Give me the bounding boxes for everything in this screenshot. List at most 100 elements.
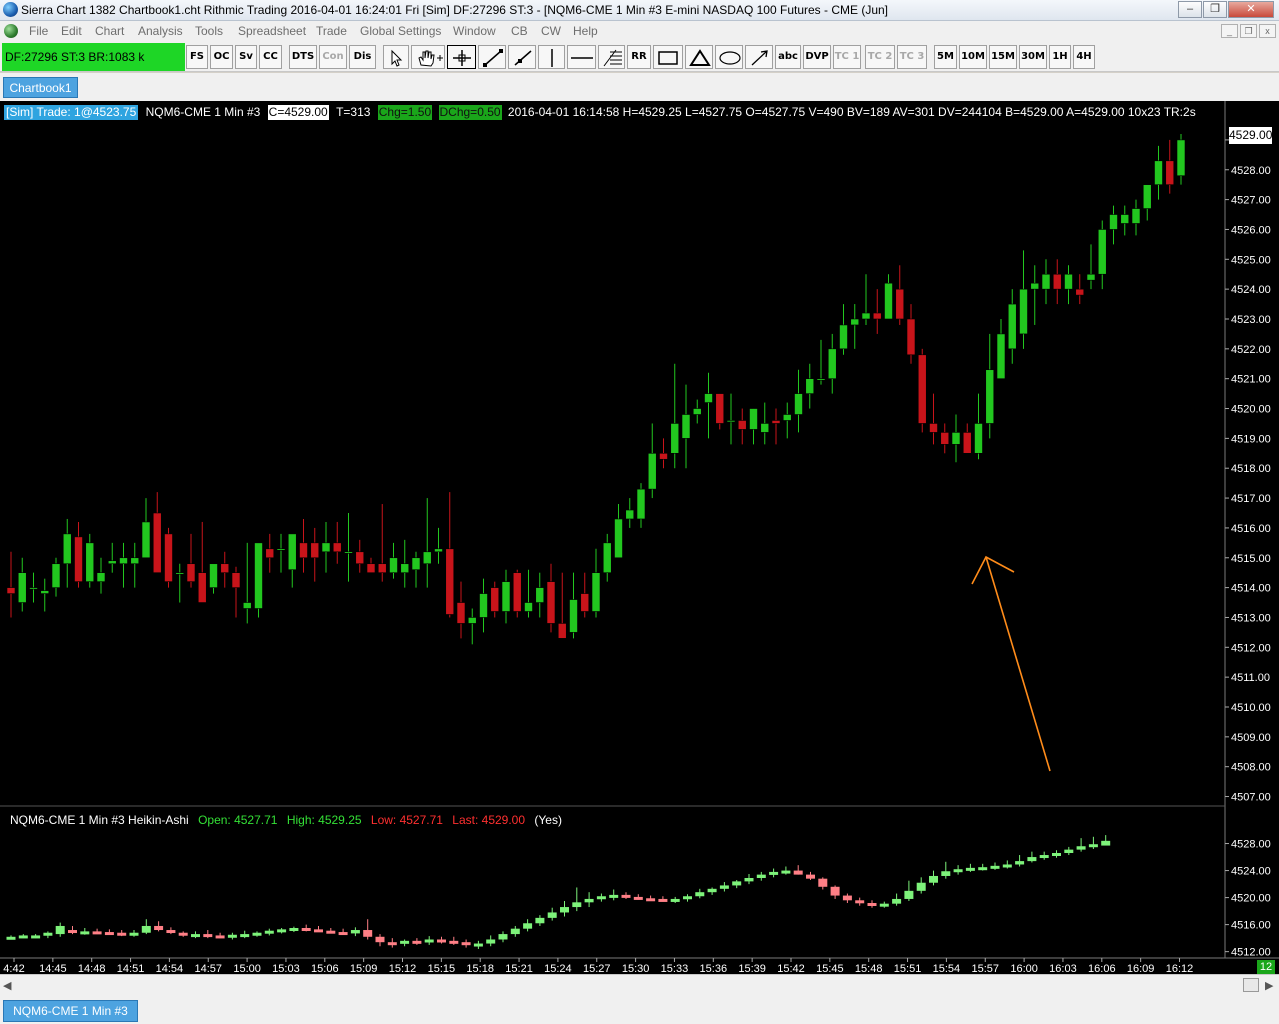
menu-global-settings[interactable]: Global Settings (360, 24, 441, 38)
arrow-tool-button[interactable] (745, 45, 773, 69)
rectangle-icon (658, 51, 678, 65)
ha-candle-body (1052, 853, 1061, 856)
ha-candle-body (855, 900, 865, 904)
line-icon (483, 49, 503, 67)
candle-body (445, 548, 455, 615)
candle-body (974, 423, 983, 454)
candle-body (51, 563, 61, 588)
rr-button[interactable]: RR (627, 45, 651, 69)
price-tick-label: 4528.00 (1231, 165, 1271, 177)
annotation-arrow-shaft (985, 556, 1051, 772)
ha-candle-body (584, 898, 594, 903)
candle-body (366, 563, 376, 573)
close-button[interactable]: ✕ (1228, 1, 1274, 18)
candle-body (479, 593, 488, 618)
menu-cw[interactable]: CW (541, 24, 561, 38)
1h-button[interactable]: 1H (1049, 45, 1071, 69)
candle-body (816, 378, 826, 381)
candle-body (276, 548, 286, 551)
15m-button[interactable]: 15M (989, 45, 1017, 69)
price-tick-label: 4522.00 (1231, 344, 1271, 356)
scroll-left-arrow-icon[interactable]: ◀ (3, 979, 11, 992)
text-tool-button[interactable]: abc (775, 45, 801, 69)
horizontal-scrollbar[interactable]: ◀ ▶ (0, 974, 1279, 996)
horizontal-line-tool-button[interactable] (567, 45, 596, 69)
menu-chart[interactable]: Chart (95, 24, 124, 38)
menu-help[interactable]: Help (573, 24, 598, 38)
triangle-tool-button[interactable] (685, 45, 713, 69)
dis-button[interactable]: Dis (349, 45, 376, 69)
crosshair-tool-button[interactable] (447, 45, 476, 69)
price-tick-label: 4520.00 (1231, 404, 1271, 416)
menu-cb[interactable]: CB (511, 24, 528, 38)
candle-body (231, 572, 241, 588)
candle-body (1097, 229, 1107, 275)
oc-button[interactable]: OC (210, 45, 233, 69)
menu-file[interactable]: File (29, 24, 48, 38)
mdi-close-button[interactable]: x (1259, 24, 1276, 38)
line-tool-button[interactable] (478, 45, 506, 69)
30m-button[interactable]: 30M (1019, 45, 1047, 69)
tc3-button[interactable]: TC 3 (897, 45, 927, 69)
ha-candle-body (92, 931, 102, 935)
restore-button[interactable]: ❐ (1203, 1, 1227, 18)
10m-button[interactable]: 10M (959, 45, 987, 69)
time-tick-label: 14:45 (39, 963, 67, 974)
chart-window-icon[interactable] (4, 24, 18, 38)
candle-body (355, 551, 365, 565)
sv-button[interactable]: Sv (235, 45, 257, 69)
scroll-right-arrow-icon[interactable]: ▶ (1265, 979, 1273, 992)
cc-button[interactable]: CC (259, 45, 282, 69)
time-tick-label: 16:09 (1127, 963, 1155, 974)
chart-window-tab[interactable]: NQM6-CME 1 Min #3 (3, 1000, 138, 1022)
menu-edit[interactable]: Edit (61, 24, 82, 38)
candle-body (1142, 184, 1152, 209)
mdi-restore-button[interactable]: ❐ (1240, 24, 1257, 38)
rectangle-tool-button[interactable] (653, 45, 683, 69)
candle-body (467, 617, 477, 624)
ha-candle-body (818, 878, 828, 887)
candle-body (332, 542, 342, 553)
price-tick-label: 4523.00 (1231, 314, 1271, 326)
fs-button[interactable]: FS (186, 45, 208, 69)
dts-button[interactable]: DTS (289, 45, 317, 69)
chart-area[interactable]: 4507.00 4508.00 4509.00 4510.00 4511.00 4512.… (0, 101, 1279, 974)
time-tick-label: 15:57 (971, 963, 999, 974)
time-tick-label: 14:57 (194, 963, 222, 974)
chartbook-tab[interactable]: Chartbook1 (3, 77, 78, 98)
menu-trade[interactable]: Trade (316, 24, 347, 38)
fibonacci-tool-button[interactable] (598, 45, 625, 69)
vertical-line-tool-button[interactable] (538, 45, 565, 69)
ray-tool-button[interactable] (508, 45, 536, 69)
chart-canvas[interactable]: 4507.00 4508.00 4509.00 4510.00 4511.00 4512.… (0, 101, 1279, 974)
candle-body (119, 557, 128, 565)
4h-button[interactable]: 4H (1073, 45, 1095, 69)
mdi-minimize-button[interactable]: _ (1221, 24, 1238, 38)
crosshair-icon (453, 50, 471, 66)
time-tick-label: 15:06 (311, 963, 339, 974)
ha-candle-body (609, 894, 619, 898)
menu-window[interactable]: Window (453, 24, 496, 38)
hand-tool-button[interactable] (411, 45, 445, 69)
pointer-tool-button[interactable] (383, 45, 409, 69)
scroll-thumb[interactable] (1243, 978, 1259, 992)
time-tick-label: 14:48 (78, 963, 106, 974)
ellipse-tool-button[interactable] (715, 45, 743, 69)
ha-candle-body (892, 898, 902, 904)
menu-analysis[interactable]: Analysis (138, 24, 183, 38)
con-button[interactable]: Con (319, 45, 347, 69)
candle-body (310, 542, 320, 559)
tc2-button[interactable]: TC 2 (865, 45, 895, 69)
ha-flag: (Yes) (534, 813, 562, 827)
ha-candle-body (154, 925, 164, 931)
candle-body (1064, 273, 1073, 290)
dvp-button[interactable]: DVP (803, 45, 831, 69)
menu-spreadsheet[interactable]: Spreadsheet (238, 24, 306, 38)
minimize-button[interactable]: – (1178, 1, 1202, 18)
menu-tools[interactable]: Tools (195, 24, 223, 38)
5m-button[interactable]: 5M (934, 45, 957, 69)
price-tick-label: 4515.00 (1231, 553, 1271, 565)
time-tick-label: 15:51 (894, 963, 922, 974)
candle-body (929, 423, 938, 433)
tc1-button[interactable]: TC 1 (833, 45, 861, 69)
